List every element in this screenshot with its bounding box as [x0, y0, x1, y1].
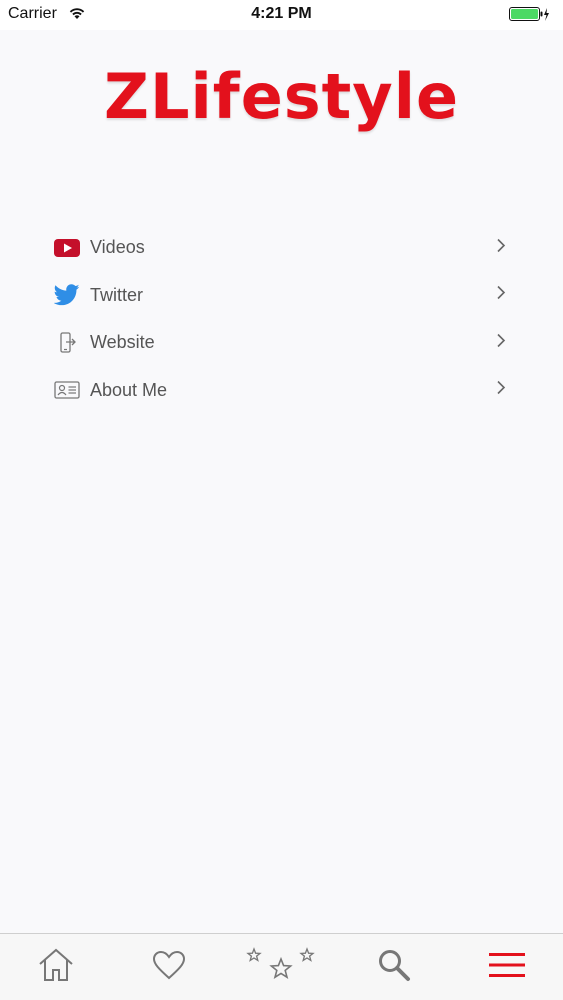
home-icon [37, 947, 75, 988]
phone-link-icon [54, 330, 80, 356]
tab-search[interactable] [364, 937, 424, 997]
tab-home[interactable] [26, 937, 86, 997]
clock: 4:21 PM [251, 5, 312, 22]
menu-item-label: About Me [90, 379, 168, 400]
twitter-icon [54, 282, 80, 308]
menu-item-twitter[interactable]: Twitter [54, 272, 510, 320]
stars-icon [246, 946, 316, 988]
tab-favorites[interactable] [139, 937, 199, 997]
chevron-right-icon [496, 332, 506, 353]
menu-list: Videos Twitter Website About Me [54, 224, 510, 414]
screen: Carrier 4:21 PM ZLifestyle Videos Twitte… [0, 0, 563, 1000]
battery-charging-icon [509, 7, 549, 22]
menu-icon [488, 952, 525, 983]
chevron-right-icon [496, 285, 506, 306]
menu-item-website[interactable]: Website [54, 319, 510, 367]
tab-featured[interactable] [246, 937, 316, 997]
menu-item-label: Website [90, 332, 155, 353]
tab-menu[interactable] [477, 937, 537, 997]
chevron-right-icon [496, 237, 506, 258]
app-logo: ZLifestyle [104, 60, 459, 133]
id-card-icon [54, 377, 80, 403]
heart-icon [152, 950, 186, 985]
menu-item-videos[interactable]: Videos [54, 224, 510, 272]
search-icon [377, 948, 411, 987]
menu-item-label: Twitter [90, 284, 144, 305]
menu-item-label: Videos [90, 237, 145, 258]
youtube-icon [54, 235, 80, 261]
menu-item-about-me[interactable]: About Me [54, 367, 510, 415]
chevron-right-icon [496, 380, 506, 401]
status-bar: Carrier 4:21 PM [0, 0, 563, 30]
tab-bar [0, 933, 563, 1000]
